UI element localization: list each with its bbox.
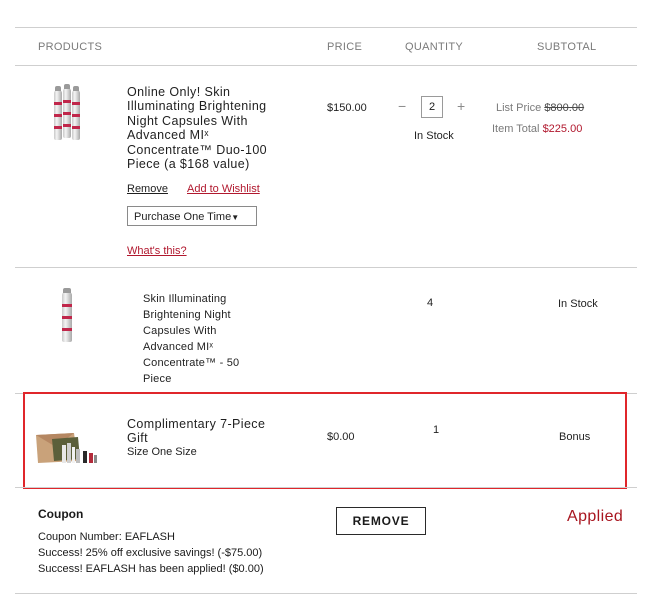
highlight-box bbox=[23, 392, 627, 489]
purchase-select-value: Purchase One Time bbox=[134, 211, 232, 223]
coupon-number: Coupon Number: EAFLASH bbox=[38, 531, 175, 543]
product-name-duo[interactable]: Online Only! Skin Illuminating Brighteni… bbox=[127, 85, 307, 171]
stock-status: In Stock bbox=[558, 298, 598, 310]
purchase-frequency-select[interactable]: Purchase One Time▼ bbox=[127, 206, 257, 226]
remove-coupon-button[interactable]: REMOVE bbox=[336, 507, 426, 535]
product-name-line: Advanced MIˣ bbox=[127, 128, 209, 143]
remove-link[interactable]: Remove bbox=[127, 183, 168, 195]
product-name-capsules[interactable]: Skin Illuminating Brightening Night Caps… bbox=[143, 291, 283, 387]
coupon-success-message: Success! 25% off exclusive savings! (-$7… bbox=[38, 547, 263, 559]
item-total-label: Item Total bbox=[492, 123, 540, 135]
product-name-line: Night Capsules With bbox=[127, 113, 248, 128]
product-name-line: Online Only! Skin bbox=[127, 85, 231, 99]
coupon-title: Coupon bbox=[38, 507, 84, 521]
header-subtotal: SUBTOTAL bbox=[537, 41, 597, 53]
product-name-line: Skin Illuminating bbox=[143, 293, 227, 305]
gift-thumbnail[interactable] bbox=[34, 427, 100, 467]
item-total: Item Total $225.00 bbox=[492, 123, 582, 135]
quantity-decrease-button[interactable]: − bbox=[398, 98, 406, 114]
bonus-label: Bonus bbox=[559, 431, 591, 443]
quantity-input[interactable]: 2 bbox=[421, 96, 443, 118]
product-name-line: Brightening Night bbox=[143, 309, 231, 321]
product-thumbnail-duo[interactable] bbox=[50, 84, 86, 140]
product-name-line: Complimentary 7-Piece bbox=[127, 417, 266, 431]
top-divider bbox=[15, 27, 637, 28]
product-name-line: Capsules With bbox=[143, 325, 217, 337]
list-price-value: $800.00 bbox=[544, 102, 585, 114]
product-name-line: Gift bbox=[127, 431, 149, 446]
product-thumbnail-capsules[interactable] bbox=[56, 287, 78, 343]
product-name-gift[interactable]: Complimentary 7-Piece Gift bbox=[127, 417, 317, 446]
stock-status: In Stock bbox=[414, 130, 454, 142]
item-quantity: 1 bbox=[433, 424, 440, 436]
header-divider bbox=[15, 65, 637, 66]
product-name-line: Piece bbox=[143, 373, 172, 385]
gift-bag-image bbox=[36, 433, 97, 463]
add-to-wishlist-link[interactable]: Add to Wishlist bbox=[187, 183, 260, 195]
header-products: PRODUCTS bbox=[38, 41, 103, 53]
list-price: List Price $800.00 bbox=[496, 102, 584, 114]
product-name-line: Concentrate™ - 50 bbox=[143, 357, 240, 369]
item-price: $0.00 bbox=[327, 431, 355, 443]
header-price: PRICE bbox=[327, 41, 363, 53]
coupon-status: Applied bbox=[567, 508, 624, 525]
product-name-line: Illuminating Brightening bbox=[127, 99, 267, 114]
quantity-increase-button[interactable]: + bbox=[457, 98, 465, 114]
dropdown-arrow-icon: ▼ bbox=[231, 213, 240, 222]
item-total-value: $225.00 bbox=[542, 123, 583, 135]
product-size: Size One Size bbox=[127, 446, 197, 458]
product-name-line: Concentrate™ Duo-100 bbox=[127, 142, 268, 157]
product-name-line: Advanced MIˣ bbox=[143, 341, 214, 353]
row-divider bbox=[15, 487, 637, 488]
item-quantity: 4 bbox=[427, 297, 434, 309]
item-price: $150.00 bbox=[327, 102, 367, 114]
product-name-line: Piece (a $168 value) bbox=[127, 157, 250, 172]
header-quantity: QUANTITY bbox=[405, 41, 464, 53]
whats-this-link[interactable]: What's this? bbox=[127, 245, 187, 257]
row-divider bbox=[15, 267, 637, 268]
coupon-applied-message: Success! EAFLASH has been applied! ($0.0… bbox=[38, 563, 264, 575]
list-price-label: List Price bbox=[496, 102, 542, 114]
